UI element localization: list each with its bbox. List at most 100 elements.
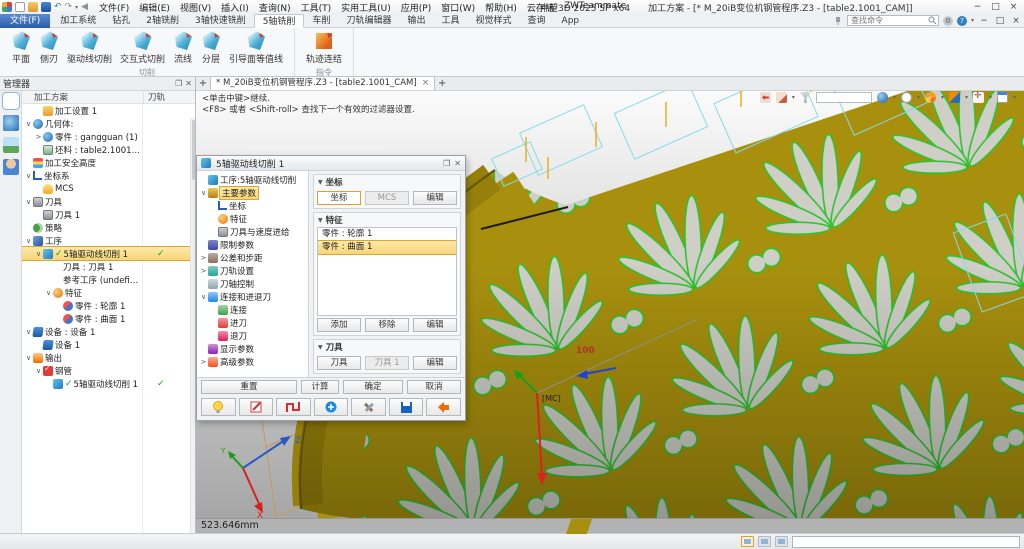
exit-op-button[interactable] (426, 398, 461, 416)
tree-item[interactable]: 零件 : 轮廓 1 (22, 299, 195, 312)
ribbon-tab[interactable]: 文件(F) (0, 14, 50, 28)
tree-item[interactable]: 零件 : 曲面 1 (22, 312, 195, 325)
add-tab-icon[interactable]: + (435, 77, 449, 90)
expand-icon[interactable]: ∨ (34, 250, 43, 258)
dialog-tree-item[interactable]: ∨主要参数 (197, 186, 308, 199)
tool-header[interactable]: 刀具 (326, 341, 343, 353)
column-plan[interactable]: 加工方案 (22, 91, 143, 103)
menu-item[interactable]: 实用工具(U) (336, 1, 396, 14)
feature-item[interactable]: 零件 : 曲面 1 (318, 241, 456, 254)
menu-item[interactable]: 视图(V) (175, 1, 216, 14)
help-dropdown-icon[interactable]: ▾ (971, 17, 974, 24)
role-tab-icon[interactable] (3, 159, 19, 175)
qat-collapse-icon[interactable]: ◀ (81, 2, 88, 12)
column-toolpath[interactable]: 刀轨 (143, 91, 195, 103)
doc-close-button[interactable]: × (1010, 15, 1022, 27)
expand-icon[interactable]: ∨ (24, 354, 33, 362)
layout-single-icon[interactable] (741, 536, 754, 547)
manager-scrollbar[interactable] (190, 118, 195, 533)
layout-monitor-icon[interactable] (758, 536, 771, 547)
tree-item[interactable]: ∨钢管 (22, 364, 195, 377)
browser-tab-icon[interactable] (3, 115, 19, 131)
dialog-tree-item[interactable]: 刀轴控制 (197, 277, 308, 290)
dialog-tree-item[interactable]: >公差和步距 (197, 251, 308, 264)
pin-icon[interactable] (833, 16, 843, 26)
tool-button[interactable]: 刀具 (317, 356, 361, 370)
display-mode-icon[interactable] (901, 92, 912, 103)
expand-icon[interactable]: ∨ (199, 293, 208, 301)
dialog-tree-item[interactable]: 退刀 (197, 329, 308, 342)
ribbon-tab[interactable]: 加工系统 (52, 14, 104, 28)
menu-item[interactable]: 工具(T) (296, 1, 337, 14)
calculate-button[interactable]: 计算 (301, 380, 339, 394)
feature-header[interactable]: 特征 (326, 214, 343, 226)
ribbon-tab[interactable]: 3轴快速铣削 (187, 14, 254, 28)
qat-dropdown-icon[interactable]: ▾ (75, 4, 78, 11)
ribbon-tab[interactable]: 5轴铣削 (254, 14, 305, 28)
ribbon-tab[interactable]: 查询 (520, 14, 554, 28)
expand-icon[interactable]: > (199, 358, 208, 366)
ribbon-tab[interactable]: 刀轨编辑器 (338, 14, 399, 28)
undo-icon[interactable]: ↶ (54, 2, 62, 12)
dialog-tree-item[interactable]: 限制参数 (197, 238, 308, 251)
minimize-button[interactable]: − (969, 1, 986, 13)
tree-item[interactable]: 刀具 1 (22, 208, 195, 221)
close-button[interactable]: × (1005, 1, 1022, 13)
dialog-float-icon[interactable]: ❐ (443, 159, 450, 168)
ribbon-button[interactable]: 平面 (8, 30, 34, 66)
remove-button[interactable]: 移除 (365, 318, 409, 332)
tree-item[interactable]: ∨几何体: (22, 117, 195, 130)
save-op-button[interactable] (389, 398, 424, 416)
expand-icon[interactable]: > (34, 133, 43, 141)
cancel-button[interactable]: 取消 (407, 380, 461, 394)
ribbon-button[interactable]: 引导面等值线 (226, 30, 286, 66)
feature-item[interactable]: 零件 : 轮廓 1 (318, 228, 456, 241)
document-tab[interactable]: * M_20iB变位机钢管程序.Z3 - [table2.1001_CAM] × (210, 76, 435, 90)
visualize-tab-icon[interactable] (3, 137, 19, 153)
render-style-icon[interactable] (925, 92, 936, 103)
ribbon-button[interactable]: 侧刃 (36, 30, 62, 66)
window-layout-icon[interactable] (997, 92, 1008, 103)
toolpath-button[interactable] (276, 398, 311, 416)
layout-split-icon[interactable] (775, 536, 788, 547)
help-icon[interactable]: ? (957, 16, 967, 26)
ribbon-button[interactable]: 驱动线切削 (64, 30, 115, 66)
ribbon-tab[interactable]: 视觉样式 (468, 14, 520, 28)
new-file-icon[interactable] (15, 2, 25, 12)
dialog-tree-item[interactable]: 刀具与速度进给 (197, 225, 308, 238)
expand-icon[interactable]: ∨ (24, 172, 33, 180)
edit-params-button[interactable] (239, 398, 274, 416)
ribbon-tab[interactable]: 2轴铣削 (138, 14, 187, 28)
tree-item[interactable]: ∨输出 (22, 351, 195, 364)
expand-icon[interactable]: ∨ (24, 198, 33, 206)
expand-icon[interactable]: > (199, 254, 208, 262)
tree-item[interactable]: 设备 1 (22, 338, 195, 351)
view-orientation-icon[interactable] (877, 92, 888, 103)
tree-item[interactable]: 策略 (22, 221, 195, 234)
tree-item[interactable]: 加工安全高度 (22, 156, 195, 169)
ribbon-button[interactable]: 分层 (198, 30, 224, 66)
tool-edit-button[interactable]: 编辑 (413, 356, 457, 370)
ribbon-tab[interactable]: 工具 (433, 14, 467, 28)
expand-icon[interactable]: ∨ (24, 237, 33, 245)
expand-icon[interactable]: ∨ (199, 189, 208, 197)
reset-button[interactable]: 重置 (201, 380, 297, 394)
coordinate-button[interactable]: 坐标 (317, 191, 361, 205)
coordinate-header[interactable]: 坐标 (326, 176, 343, 188)
expand-icon[interactable]: ∨ (34, 367, 43, 375)
dialog-tree-item[interactable]: 坐标 (197, 199, 308, 212)
tab-close-icon[interactable]: × (422, 77, 430, 90)
filter-icon[interactable] (800, 92, 811, 103)
menu-item[interactable]: 文件(F) (94, 1, 134, 14)
doc-minimize-button[interactable]: − (978, 15, 990, 27)
tree-item[interactable]: 参考工序 (undefined) (22, 273, 195, 286)
tree-item[interactable]: ✓5轴驱动线切削 1✓ (22, 377, 195, 390)
dialog-tree-item[interactable]: ∨连接和进退刀 (197, 290, 308, 303)
verify-button[interactable] (351, 398, 386, 416)
menu-item[interactable]: 窗口(W) (436, 1, 480, 14)
ribbon-button[interactable]: 流线 (170, 30, 196, 66)
manager-float-icon[interactable]: ❐ (175, 79, 182, 88)
status-input[interactable] (792, 536, 1020, 548)
dialog-tree-item[interactable]: 工序:5轴驱动线切削 (197, 173, 308, 186)
tree-item[interactable]: ∨设备 : 设备 1 (22, 325, 195, 338)
